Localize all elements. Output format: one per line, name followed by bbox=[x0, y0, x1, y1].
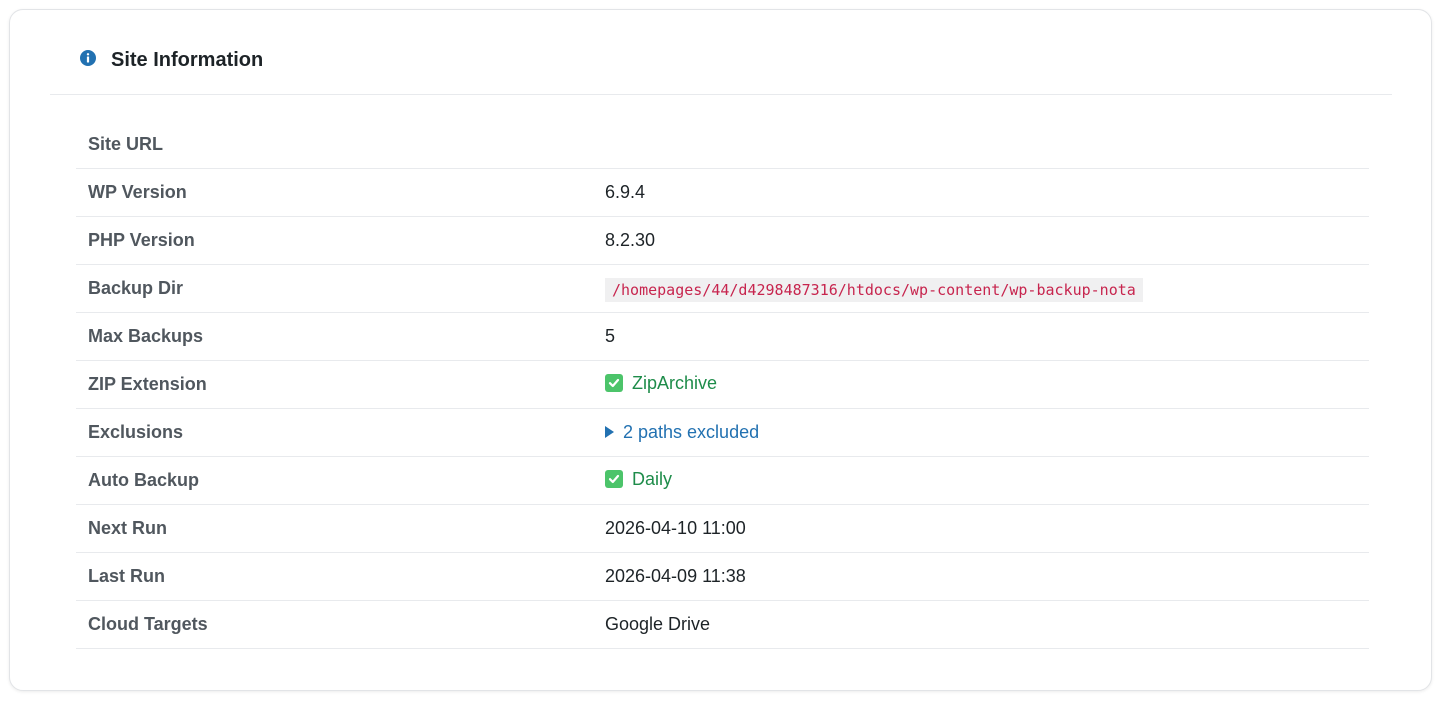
row-max-backups: Max Backups 5 bbox=[76, 312, 1369, 361]
cloud-targets-value: Google Drive bbox=[605, 600, 1369, 649]
card-title: Site Information bbox=[111, 49, 264, 71]
site-info-table: Site URL WP Version 6.9.4 PHP Version 8.… bbox=[76, 120, 1369, 649]
row-label: Exclusions bbox=[76, 408, 605, 457]
row-label: Backup Dir bbox=[76, 264, 605, 313]
next-run-value: 2026-04-10 11:00 bbox=[605, 504, 1369, 553]
row-label: ZIP Extension bbox=[76, 360, 605, 409]
check-icon bbox=[605, 373, 623, 392]
row-auto-backup: Auto Backup Daily bbox=[76, 456, 1369, 505]
row-next-run: Next Run 2026-04-10 11:00 bbox=[76, 504, 1369, 553]
row-label: Auto Backup bbox=[76, 456, 605, 505]
row-last-run: Last Run 2026-04-09 11:38 bbox=[76, 552, 1369, 601]
row-label: Max Backups bbox=[76, 312, 605, 361]
row-site-url: Site URL bbox=[76, 120, 1369, 169]
exclusions-toggle[interactable]: 2 paths excluded bbox=[605, 421, 759, 443]
row-label: PHP Version bbox=[76, 216, 605, 265]
site-information-card: Site Information Site URL WP Version 6.9… bbox=[9, 9, 1432, 691]
row-cloud-targets: Cloud Targets Google Drive bbox=[76, 600, 1369, 649]
exclusions-value: 2 paths excluded bbox=[623, 422, 760, 442]
triangle-right-icon bbox=[605, 426, 614, 438]
row-label: Cloud Targets bbox=[76, 600, 605, 649]
row-zip-extension: ZIP Extension ZipArchive bbox=[76, 360, 1369, 409]
wp-version-value: 6.9.4 bbox=[605, 168, 1369, 217]
info-icon bbox=[80, 50, 96, 66]
site-url-value bbox=[605, 120, 1369, 169]
card-header: Site Information bbox=[50, 10, 1392, 95]
max-backups-value: 5 bbox=[605, 312, 1369, 361]
php-version-value: 8.2.30 bbox=[605, 216, 1369, 265]
row-label: Last Run bbox=[76, 552, 605, 601]
auto-backup-value: Daily bbox=[632, 468, 673, 489]
row-wp-version: WP Version 6.9.4 bbox=[76, 168, 1369, 217]
row-label: Next Run bbox=[76, 504, 605, 553]
row-label: WP Version bbox=[76, 168, 605, 217]
row-exclusions: Exclusions 2 paths excluded bbox=[76, 408, 1369, 457]
check-icon bbox=[605, 469, 623, 488]
zip-extension-value: ZipArchive bbox=[632, 372, 718, 393]
auto-backup-status: Daily bbox=[605, 468, 672, 490]
row-label: Site URL bbox=[76, 120, 605, 169]
row-php-version: PHP Version 8.2.30 bbox=[76, 216, 1369, 265]
last-run-value: 2026-04-09 11:38 bbox=[605, 552, 1369, 601]
backup-dir-value: /homepages/44/d4298487316/htdocs/wp-cont… bbox=[605, 277, 1143, 302]
zip-extension-status: ZipArchive bbox=[605, 372, 717, 394]
row-backup-dir: Backup Dir /homepages/44/d4298487316/htd… bbox=[76, 264, 1369, 313]
